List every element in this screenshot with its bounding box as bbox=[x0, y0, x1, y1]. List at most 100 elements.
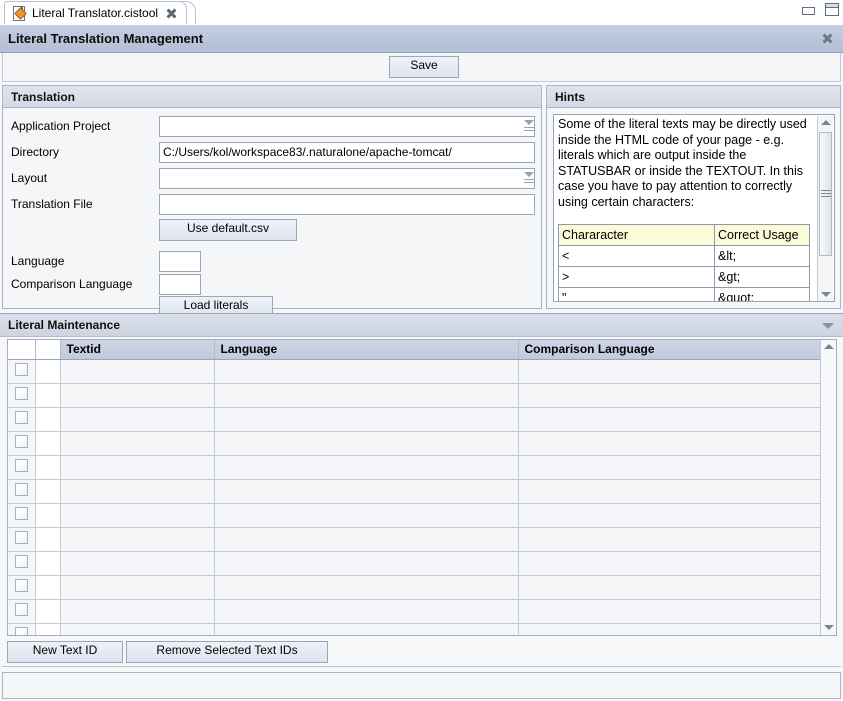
directory-input[interactable]: C:/Users/kol/workspace83/.naturalone/apa… bbox=[159, 142, 535, 163]
layout-input[interactable] bbox=[159, 168, 535, 189]
cell-textid[interactable] bbox=[60, 503, 214, 527]
checkbox-icon[interactable] bbox=[15, 603, 28, 616]
checkbox-icon[interactable] bbox=[15, 363, 28, 376]
editor-tab-literal-translator[interactable]: Literal Translator.cistool bbox=[4, 1, 187, 24]
cell-comparison-language[interactable] bbox=[518, 527, 820, 551]
row-select-checkbox-cell[interactable] bbox=[8, 623, 35, 636]
row-select-checkbox-cell[interactable] bbox=[8, 599, 35, 623]
row-select-checkbox-cell[interactable] bbox=[8, 431, 35, 455]
cell-comparison-language[interactable] bbox=[518, 431, 820, 455]
cell-comparison-language[interactable] bbox=[518, 455, 820, 479]
checkbox-icon[interactable] bbox=[15, 579, 28, 592]
literal-maintenance-header[interactable]: Literal Maintenance bbox=[0, 313, 843, 337]
cell-language[interactable] bbox=[214, 575, 518, 599]
row-select-checkbox-cell[interactable] bbox=[8, 575, 35, 599]
cell-language[interactable] bbox=[214, 455, 518, 479]
row-select-checkbox-cell[interactable] bbox=[8, 359, 35, 383]
minimize-icon[interactable] bbox=[802, 7, 815, 15]
checkbox-icon[interactable] bbox=[15, 531, 28, 544]
close-icon[interactable] bbox=[821, 32, 834, 45]
table-row[interactable] bbox=[8, 599, 820, 623]
cell-textid[interactable] bbox=[60, 623, 214, 636]
cell-comparison-language[interactable] bbox=[518, 623, 820, 636]
row-select-checkbox-cell[interactable] bbox=[8, 407, 35, 431]
table-row[interactable] bbox=[8, 575, 820, 599]
cell-language[interactable] bbox=[214, 527, 518, 551]
cell-textid[interactable] bbox=[60, 359, 214, 383]
scroll-up-arrow-icon[interactable] bbox=[818, 116, 833, 130]
checkbox-icon[interactable] bbox=[15, 387, 28, 400]
cell-comparison-language[interactable] bbox=[518, 599, 820, 623]
row-select-checkbox-cell[interactable] bbox=[8, 527, 35, 551]
cell-language[interactable] bbox=[214, 479, 518, 503]
cell-comparison-language[interactable] bbox=[518, 359, 820, 383]
close-icon[interactable] bbox=[165, 7, 178, 20]
cell-comparison-language[interactable] bbox=[518, 551, 820, 575]
table-row[interactable] bbox=[8, 503, 820, 527]
checkbox-icon[interactable] bbox=[15, 483, 28, 496]
cell-language[interactable] bbox=[214, 383, 518, 407]
table-row[interactable] bbox=[8, 551, 820, 575]
row-select-checkbox-cell[interactable] bbox=[8, 455, 35, 479]
row-select-checkbox-cell[interactable] bbox=[8, 479, 35, 503]
column-header-language[interactable]: Language bbox=[214, 340, 518, 359]
cell-textid[interactable] bbox=[60, 431, 214, 455]
maximize-icon[interactable] bbox=[825, 3, 839, 16]
scroll-down-arrow-icon[interactable] bbox=[821, 621, 836, 635]
comparison-language-input[interactable] bbox=[159, 274, 201, 295]
table-row[interactable] bbox=[8, 455, 820, 479]
language-input[interactable] bbox=[159, 251, 201, 272]
scroll-up-arrow-icon[interactable] bbox=[821, 340, 836, 354]
cell-comparison-language[interactable] bbox=[518, 407, 820, 431]
cell-language[interactable] bbox=[214, 599, 518, 623]
row-select-checkbox-cell[interactable] bbox=[8, 551, 35, 575]
new-text-id-button[interactable]: New Text ID bbox=[7, 641, 123, 663]
checkbox-icon[interactable] bbox=[15, 507, 28, 520]
literal-table-vertical-scrollbar[interactable] bbox=[820, 340, 836, 635]
cell-textid[interactable] bbox=[60, 455, 214, 479]
cell-textid[interactable] bbox=[60, 479, 214, 503]
cell-comparison-language[interactable] bbox=[518, 479, 820, 503]
cell-textid[interactable] bbox=[60, 407, 214, 431]
cell-comparison-language[interactable] bbox=[518, 383, 820, 407]
chevron-down-icon[interactable] bbox=[523, 116, 535, 137]
cell-comparison-language[interactable] bbox=[518, 575, 820, 599]
cell-comparison-language[interactable] bbox=[518, 503, 820, 527]
cell-textid[interactable] bbox=[60, 527, 214, 551]
checkbox-icon[interactable] bbox=[15, 555, 28, 568]
table-row[interactable] bbox=[8, 479, 820, 503]
checkbox-icon[interactable] bbox=[15, 627, 28, 636]
table-row[interactable] bbox=[8, 431, 820, 455]
cell-language[interactable] bbox=[214, 407, 518, 431]
row-select-checkbox-cell[interactable] bbox=[8, 383, 35, 407]
cell-textid[interactable] bbox=[60, 575, 214, 599]
collapse-triangle-icon[interactable] bbox=[822, 323, 834, 329]
column-header-comparison-language[interactable]: Comparison Language bbox=[518, 340, 820, 359]
checkbox-icon[interactable] bbox=[15, 411, 28, 424]
chevron-down-icon[interactable] bbox=[523, 168, 535, 189]
table-row[interactable] bbox=[8, 359, 820, 383]
scroll-down-arrow-icon[interactable] bbox=[818, 288, 833, 302]
cell-textid[interactable] bbox=[60, 599, 214, 623]
cell-textid[interactable] bbox=[60, 551, 214, 575]
cell-language[interactable] bbox=[214, 359, 518, 383]
hints-vertical-scrollbar[interactable] bbox=[817, 116, 833, 302]
cell-language[interactable] bbox=[214, 623, 518, 636]
checkbox-icon[interactable] bbox=[15, 435, 28, 448]
cell-language[interactable] bbox=[214, 551, 518, 575]
column-header-textid[interactable]: Textid bbox=[60, 340, 214, 359]
scrollbar-thumb[interactable] bbox=[819, 132, 832, 256]
translation-file-input[interactable] bbox=[159, 194, 535, 215]
table-row[interactable] bbox=[8, 527, 820, 551]
checkbox-icon[interactable] bbox=[15, 459, 28, 472]
cell-language[interactable] bbox=[214, 503, 518, 527]
save-button[interactable]: Save bbox=[389, 56, 459, 78]
table-row[interactable] bbox=[8, 623, 820, 636]
row-select-checkbox-cell[interactable] bbox=[8, 503, 35, 527]
table-row[interactable] bbox=[8, 407, 820, 431]
table-row[interactable] bbox=[8, 383, 820, 407]
cell-language[interactable] bbox=[214, 431, 518, 455]
application-project-input[interactable] bbox=[159, 116, 535, 137]
cell-textid[interactable] bbox=[60, 383, 214, 407]
use-default-csv-button[interactable]: Use default.csv bbox=[159, 219, 297, 241]
